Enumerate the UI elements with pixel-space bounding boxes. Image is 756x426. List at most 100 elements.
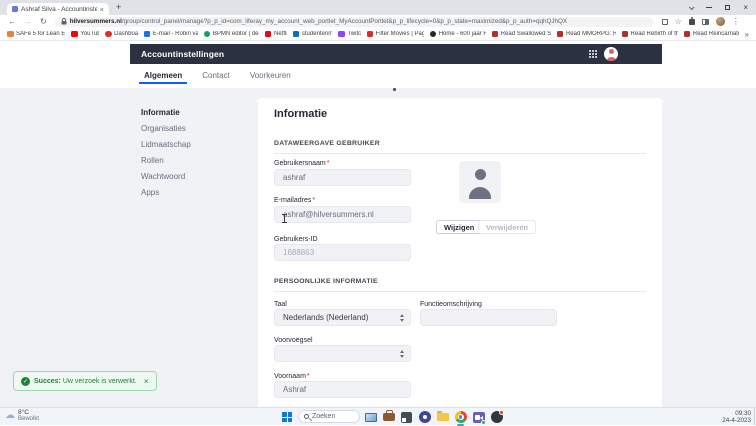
- text-cursor: [281, 214, 288, 223]
- sidebar-item-wachtwoord[interactable]: Wachtwoord: [141, 168, 191, 184]
- chat-app-icon: [419, 411, 431, 423]
- taskbar-app-chrome[interactable]: [454, 411, 467, 424]
- taskbar-clock[interactable]: 09:30 24-4-2023: [722, 410, 751, 424]
- online-status-badge: [481, 420, 486, 425]
- toast-close-icon[interactable]: ×: [144, 377, 149, 385]
- window-close-button[interactable]: ×: [743, 4, 748, 12]
- browser-tab[interactable]: Ashraf Silva - Accountinstelling... ×: [7, 3, 109, 15]
- functieomschrijving-input[interactable]: [420, 309, 557, 326]
- bookmark-item[interactable]: Filter Movies | Page...: [367, 31, 424, 38]
- emailadres-input[interactable]: [274, 206, 411, 223]
- browser-toolbar: ← → ↻ hilversummers.nl/group/control_pan…: [0, 15, 756, 28]
- sidebar-item-informatie[interactable]: Informatie: [141, 104, 191, 120]
- bookmark-item[interactable]: SAFe 5 for Lean Ent...: [7, 31, 65, 38]
- tab-voorkeuren[interactable]: Voorkeuren: [240, 71, 301, 88]
- weather-temp: 8°C: [18, 409, 39, 416]
- taskbar-app-monitor[interactable]: [364, 411, 377, 424]
- bookmark-item[interactable]: Twitch: [338, 31, 360, 38]
- taskbar-app-teams[interactable]: [472, 411, 485, 424]
- toast-message: Succes: Uw verzoek is verwerkt.: [34, 378, 137, 385]
- voornaam-input[interactable]: [274, 381, 411, 398]
- sidebar-item-organisaties[interactable]: Organisaties: [141, 120, 191, 136]
- url-text: hilversummers.nl/group/control_panel/man…: [70, 18, 567, 25]
- window-maximize-button[interactable]: [725, 5, 730, 10]
- bookmark-item[interactable]: studentenmail: [293, 31, 333, 38]
- back-button[interactable]: ←: [8, 17, 16, 26]
- netflix-icon: [265, 31, 272, 38]
- bookmark-item[interactable]: Home - 600 jaar Hil...: [430, 31, 486, 38]
- windows-start-button[interactable]: [282, 412, 292, 422]
- sidebar-item-lidmaatschap[interactable]: Lidmaatschap: [141, 136, 191, 152]
- twitch-icon: [338, 31, 345, 38]
- bookmark-item[interactable]: E-mail - Robin van...: [144, 31, 198, 38]
- bookmarks-overflow-icon[interactable]: »: [745, 30, 749, 39]
- lock-icon: [61, 18, 67, 25]
- bookmark-item[interactable]: Dashboard: [105, 31, 138, 38]
- section-dataweergave: DATAWEERGAVE GEBRUIKER: [274, 140, 646, 154]
- tab-contact[interactable]: Contact: [192, 71, 240, 88]
- bookmark-star-icon[interactable]: ☆: [675, 18, 682, 26]
- applications-grid-icon[interactable]: [589, 50, 597, 58]
- tab-algemeen[interactable]: Algemeen: [134, 71, 192, 88]
- bookmark-item[interactable]: YouTube: [71, 31, 99, 38]
- youtube-icon: [71, 31, 78, 38]
- window-minimize-button[interactable]: [706, 7, 712, 8]
- voorvoegsel-select[interactable]: [274, 345, 411, 362]
- dashboard-icon: [105, 31, 112, 38]
- taskbar-app-chat[interactable]: [418, 411, 431, 424]
- bookmark-item[interactable]: Read MMORPG: Re...: [557, 31, 616, 38]
- search-placeholder: Zoeken: [312, 413, 335, 420]
- extensions-icon[interactable]: [689, 19, 695, 25]
- page-title: Accountinstellingen: [141, 49, 224, 59]
- drag-indicator-dot: [393, 88, 396, 91]
- gebruikersnaam-input[interactable]: [274, 169, 411, 186]
- chrome-icon: [455, 411, 467, 423]
- monitor-icon: [365, 413, 377, 422]
- share-icon[interactable]: [662, 19, 668, 25]
- browser-menu-icon[interactable]: ⋮: [732, 18, 740, 26]
- selector-icon: [400, 350, 404, 358]
- taskbar-app-notifications[interactable]: [490, 411, 503, 424]
- person-icon: [475, 169, 486, 180]
- book-icon: [622, 31, 629, 38]
- tab-title: Ashraf Silva - Accountinstelling...: [21, 6, 97, 13]
- bookmark-item[interactable]: Read Swallowed Sta...: [492, 31, 551, 38]
- bookmark-item[interactable]: Netflix: [265, 31, 287, 38]
- weather-condition: Bewolkt: [18, 416, 39, 423]
- bookmark-item[interactable]: Read Reincarnator...: [684, 31, 739, 38]
- sidebar-item-apps[interactable]: Apps: [141, 184, 191, 200]
- page-body: Accountinstellingen Algemeen Contact Voo…: [0, 41, 756, 407]
- side-panel-icon[interactable]: [702, 19, 709, 25]
- taal-label: Taal: [274, 301, 287, 308]
- taskbar-app-notes[interactable]: [400, 411, 413, 424]
- taskbar-app-briefcase[interactable]: [382, 411, 395, 424]
- mail-icon: [293, 31, 300, 38]
- tab-search-icon[interactable]: [689, 4, 695, 10]
- new-tab-button[interactable]: +: [116, 2, 121, 12]
- wijzigen-button[interactable]: Wijzigen: [436, 220, 482, 234]
- bookmark-item[interactable]: Read Rebirth of the...: [622, 31, 678, 38]
- safe-icon: [7, 31, 14, 38]
- informatie-form-card: Informatie DATAWEERGAVE GEBRUIKER Gebrui…: [258, 98, 662, 407]
- account-settings-header: Accountinstellingen: [130, 44, 662, 64]
- sidebar-item-rollen[interactable]: Rollen: [141, 152, 191, 168]
- book-icon: [684, 31, 691, 38]
- user-avatar[interactable]: [604, 47, 618, 61]
- forward-button[interactable]: →: [24, 17, 32, 26]
- bpmn-icon: [204, 31, 211, 38]
- taskbar-search[interactable]: Zoeken: [298, 410, 360, 423]
- bookmark-item[interactable]: BPMN editor | dem...: [204, 31, 259, 38]
- filter-icon: [367, 31, 374, 38]
- gebruikers-id-label: Gebruikers-ID: [274, 236, 318, 243]
- browser-profile-avatar[interactable]: [716, 17, 725, 26]
- weather-widget[interactable]: ☁ 8°C Bewolkt: [5, 409, 39, 423]
- taskbar-app-file-explorer[interactable]: [436, 411, 449, 424]
- tab-close-icon[interactable]: ×: [100, 6, 104, 13]
- reload-button[interactable]: ↻: [40, 17, 47, 26]
- profile-picture-placeholder: [459, 161, 501, 203]
- content-area: Informatie Organisaties Lidmaatschap Rol…: [0, 88, 756, 407]
- book-icon: [492, 31, 499, 38]
- taal-select[interactable]: Nederlands (Nederland): [274, 309, 411, 326]
- address-bar[interactable]: hilversummers.nl/group/control_panel/man…: [55, 17, 653, 27]
- voornaam-label: Voornaam*: [274, 373, 310, 380]
